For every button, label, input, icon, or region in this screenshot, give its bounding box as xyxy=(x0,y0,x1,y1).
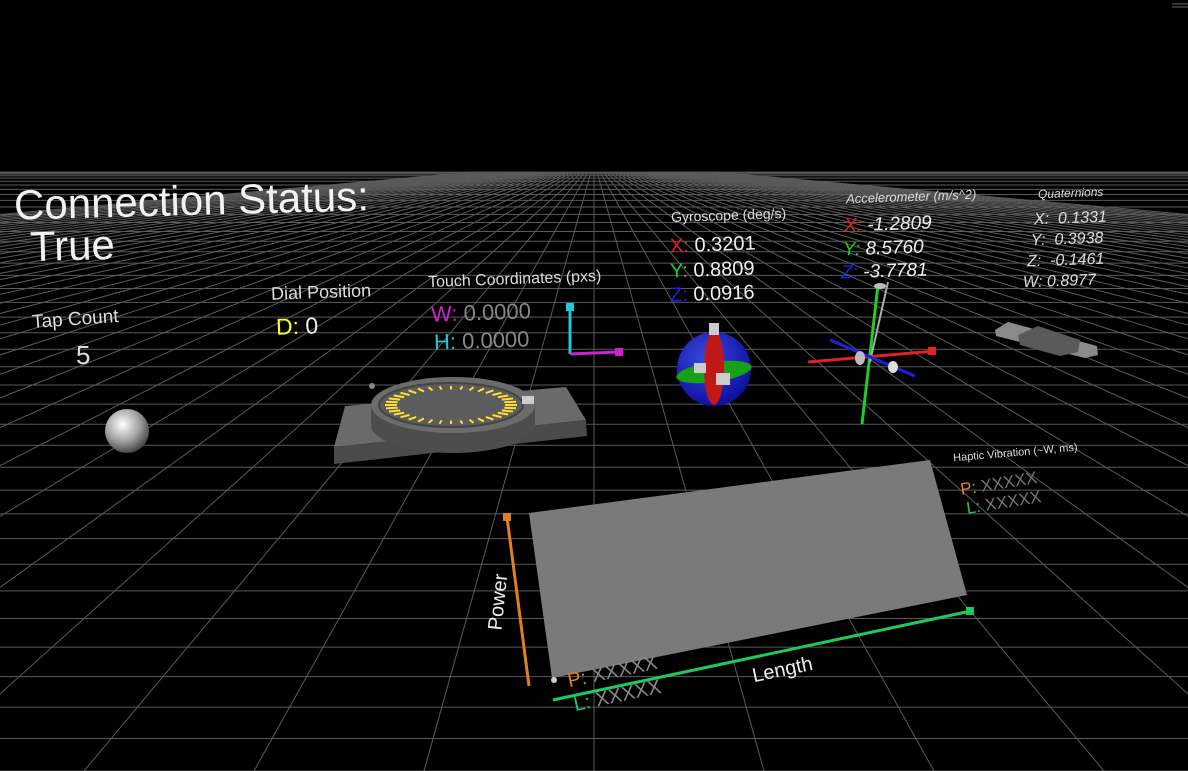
gyro-z-prefix: Z: xyxy=(669,283,689,307)
accelerometer-z-readout: Z: -3.7781 xyxy=(840,259,928,284)
touch-w-value: 0.0000 xyxy=(463,298,532,326)
dial-tick xyxy=(385,406,398,410)
accel-z-prefix: Z: xyxy=(840,261,859,284)
accelerometer-y-readout: Y: 8.5760 xyxy=(842,236,924,261)
quat-y-prefix: Y: xyxy=(1030,231,1046,250)
quat-w-prefix: W: xyxy=(1022,273,1043,292)
dial-tick xyxy=(385,400,398,404)
quaternion-watch-model xyxy=(995,322,1098,358)
scene-3d-viewport xyxy=(0,3,1188,771)
grid-line xyxy=(713,171,1188,216)
quaternion-w-readout: W: 0.8977 xyxy=(1022,271,1097,292)
gyroscope-z-readout: Z: 0.0916 xyxy=(669,281,755,307)
connection-status-value: True xyxy=(29,220,116,271)
gyro-z-value: 0.0916 xyxy=(692,281,755,306)
dial-value: 0 xyxy=(304,312,319,339)
accelerometer-x-readout: X: -1.2809 xyxy=(843,212,933,237)
quat-x-prefix: X: xyxy=(1033,210,1050,229)
quat-z-prefix: Z: xyxy=(1026,252,1042,271)
grid-line xyxy=(83,171,586,771)
dial-tick xyxy=(504,400,517,404)
accel-y-value: 8.5760 xyxy=(865,236,924,260)
accel-y-prefix: Y: xyxy=(842,238,861,261)
touch-w-prefix: W: xyxy=(430,300,458,327)
quaternion-y-readout: Y: 0.3938 xyxy=(1030,229,1104,250)
quaternions-label: Quaternions xyxy=(1037,184,1104,202)
dial-tick xyxy=(388,397,401,401)
dial-tick xyxy=(501,397,514,401)
dial-prefix: D: xyxy=(275,312,300,340)
accel-x-prefix: X: xyxy=(843,214,863,237)
touch-h-value: 0.0000 xyxy=(461,326,530,354)
haptic-plot xyxy=(503,460,974,702)
gyro-y-value: 0.8809 xyxy=(692,257,755,282)
tap-count-value: 5 xyxy=(76,340,91,370)
haptic-p-prefix: P: xyxy=(958,477,978,499)
tap-sphere xyxy=(105,409,149,453)
dial-position-readout: D: 0 xyxy=(275,312,319,340)
plot-p-prefix: P: xyxy=(565,666,589,693)
power-axis xyxy=(505,516,531,687)
connection-status-label: Connection Status: xyxy=(13,172,370,229)
watch-model xyxy=(334,377,587,464)
touch-w-readout: W: 0.0000 xyxy=(430,298,532,327)
haptic-panel xyxy=(529,460,967,678)
small-marker-dot xyxy=(369,383,375,389)
quat-y-value: 0.3938 xyxy=(1054,229,1104,249)
accel-x-value: -1.2809 xyxy=(866,212,933,236)
dial-tick xyxy=(501,409,514,413)
touch-h-prefix: H: xyxy=(433,328,457,355)
haptic-l-prefix: L: xyxy=(964,496,982,518)
gyroscope-x-readout: X: 0.3201 xyxy=(669,232,756,258)
quat-x-value: 0.1331 xyxy=(1057,208,1108,228)
dial-tick xyxy=(388,409,401,413)
gyro-x-prefix: X: xyxy=(669,234,690,258)
gyroscope-label: Gyroscope (deg/s) xyxy=(670,204,787,226)
gyro-x-value: 0.3201 xyxy=(694,232,756,257)
gyro-y-prefix: Y: xyxy=(669,259,689,283)
gyroscope-gizmo xyxy=(676,323,752,406)
grid-line xyxy=(423,171,592,771)
quat-w-value: 0.8977 xyxy=(1046,271,1097,291)
quaternion-z-readout: Z: -0.1461 xyxy=(1026,250,1105,271)
quaternion-x-readout: X: 0.1331 xyxy=(1033,208,1108,229)
plot-l-prefix: L: xyxy=(571,691,593,717)
accel-z-value: -3.7781 xyxy=(862,259,928,283)
dial-tick xyxy=(504,406,517,410)
touch-h-readout: H: 0.0000 xyxy=(433,326,530,355)
grid-line xyxy=(253,171,589,771)
quat-z-value: -0.1461 xyxy=(1049,250,1105,270)
gyroscope-y-readout: Y: 0.8809 xyxy=(669,257,755,283)
dial-position-label: Dial Position xyxy=(270,280,372,304)
